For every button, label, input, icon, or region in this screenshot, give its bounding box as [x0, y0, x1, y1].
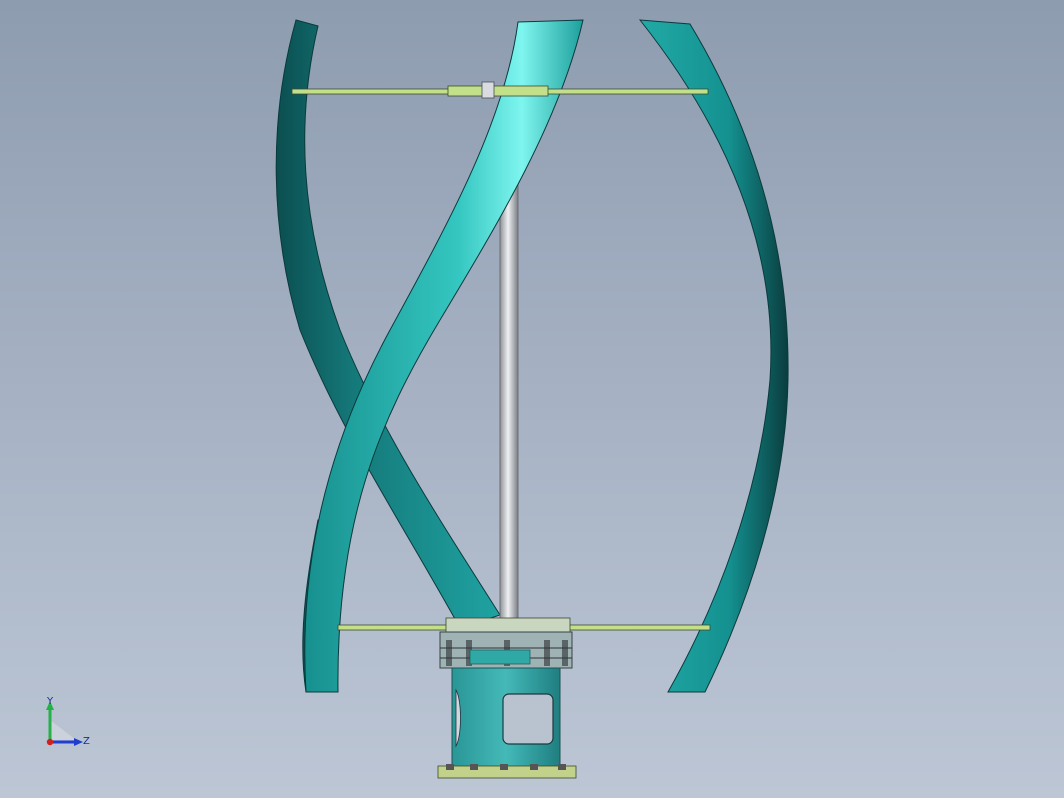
- cad-graphics-viewport[interactable]: Y Z: [0, 0, 1064, 798]
- coordinate-triad: Y Z: [46, 696, 90, 747]
- hub-assembly[interactable]: [439, 631, 573, 669]
- triad-plane: [50, 720, 76, 740]
- base-tower[interactable]: [437, 667, 577, 779]
- z-axis-arrowhead: [74, 738, 83, 746]
- wind-turbine-model[interactable]: [0, 0, 1064, 798]
- bottom-support-arm[interactable]: [337, 617, 711, 633]
- y-axis-label: Y: [46, 696, 54, 707]
- main-shaft[interactable]: [499, 159, 519, 631]
- blade-right[interactable]: [638, 19, 789, 693]
- top-support-arm[interactable]: [291, 81, 709, 99]
- blade-left[interactable]: [275, 19, 501, 629]
- z-axis-label: Z: [83, 736, 90, 747]
- triad-origin: [46, 738, 54, 746]
